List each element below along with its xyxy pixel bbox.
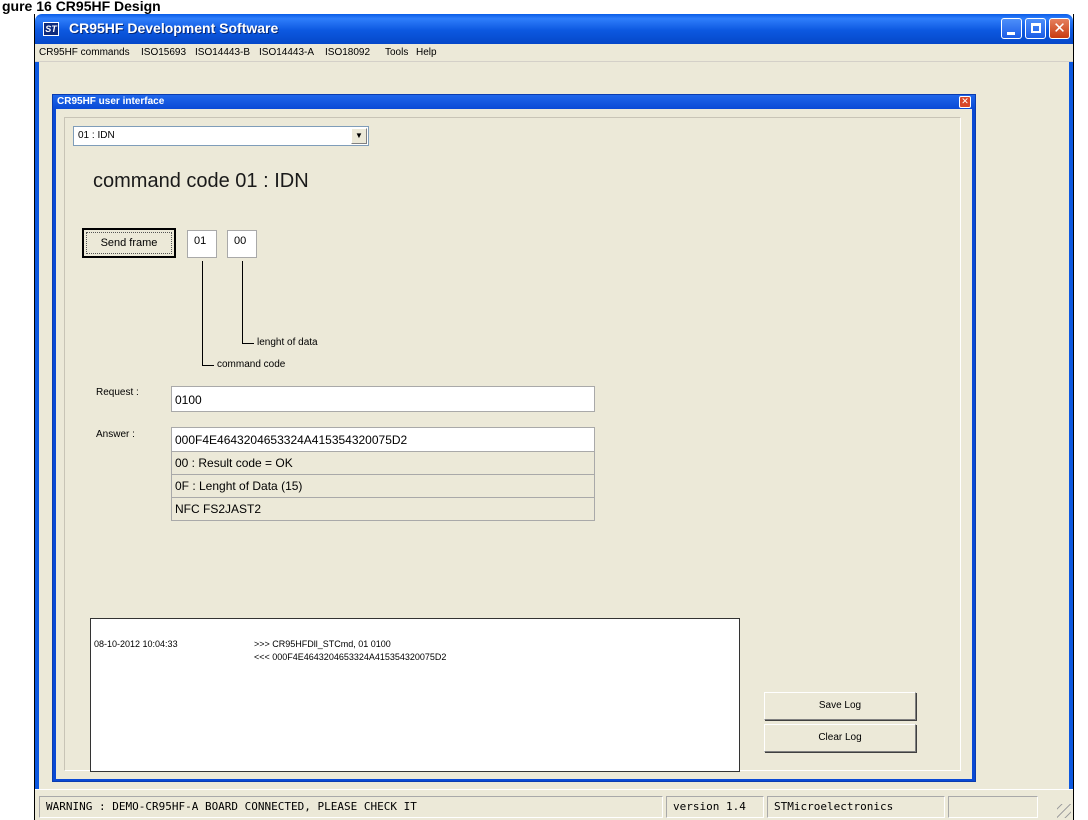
log-timestamp: 08-10-2012 10:04:33: [94, 639, 178, 649]
log-area[interactable]: 08-10-2012 10:04:33 >>> CR95HFDll_STCmd,…: [90, 618, 740, 772]
status-vendor: STMicroelectronics: [767, 796, 945, 818]
data-length-field[interactable]: 00: [227, 230, 257, 258]
connector-cmd-horizontal: [202, 365, 214, 366]
command-select[interactable]: 01 : IDN ▼: [73, 126, 369, 146]
menu-tools[interactable]: Tools: [385, 47, 408, 58]
chevron-down-icon[interactable]: ▼: [351, 128, 367, 144]
dialog-title[interactable]: CR95HF user interface: [53, 95, 975, 109]
log-line-received: <<< 000F4E4643204653324A415354320075D2: [254, 652, 447, 662]
answer-field[interactable]: 000F4E4643204653324A415354320075D2: [171, 427, 595, 452]
connector-length-horizontal: [242, 343, 254, 344]
command-code-label: command code: [217, 359, 286, 370]
close-button[interactable]: ✕: [1049, 18, 1070, 39]
menu-help[interactable]: Help: [416, 47, 437, 58]
focus-rect: [86, 232, 172, 254]
resize-grip-icon[interactable]: [1057, 804, 1071, 818]
command-title: command code 01 : IDN: [93, 170, 309, 192]
connector-length-vertical: [242, 261, 243, 343]
main-window: ST CR95HF Development Software ✕ CR95HF …: [35, 14, 1073, 820]
status-empty-pane: [948, 796, 1038, 818]
answer-label: Answer :: [96, 429, 135, 440]
menu-cr95hf-commands[interactable]: CR95HF commands: [39, 47, 130, 58]
clear-log-button[interactable]: Clear Log: [764, 724, 916, 752]
menu-iso14443a[interactable]: ISO14443-A: [259, 47, 314, 58]
window-title: CR95HF Development Software: [69, 20, 279, 36]
maximize-button[interactable]: [1025, 18, 1046, 39]
command-select-value: 01 : IDN: [78, 130, 115, 141]
decoded-data-row: NFC FS2JAST2: [171, 497, 595, 521]
menu-iso15693[interactable]: ISO15693: [141, 47, 186, 58]
minimize-icon: [1007, 32, 1015, 35]
menu-iso18092[interactable]: ISO18092: [325, 47, 370, 58]
log-line-sent: >>> CR95HFDll_STCmd, 01 0100: [254, 639, 391, 649]
dialog-panel: 01 : IDN ▼ command code 01 : IDN Send fr…: [64, 117, 961, 772]
figure-caption: gure 16 CR95HF Design: [0, 0, 1088, 14]
send-frame-button[interactable]: Send frame: [82, 228, 176, 258]
menu-bar: CR95HF commands ISO15693 ISO14443-B ISO1…: [35, 44, 1073, 62]
status-bar: WARNING : DEMO-CR95HF-A BOARD CONNECTED,…: [35, 789, 1073, 820]
menu-iso14443b[interactable]: ISO14443-B: [195, 47, 250, 58]
result-code-row: 00 : Result code = OK: [171, 451, 595, 475]
connector-cmd-vertical: [202, 261, 203, 365]
data-length-row: 0F : Lenght of Data (15): [171, 474, 595, 498]
dialog-body: 01 : IDN ▼ command code 01 : IDN Send fr…: [56, 109, 972, 779]
maximize-icon: [1031, 23, 1041, 33]
save-log-button[interactable]: Save Log: [764, 692, 916, 720]
dialog-close-button[interactable]: ✕: [959, 96, 971, 108]
app-frame: ST CR95HF Development Software ✕ CR95HF …: [34, 14, 1074, 820]
close-icon: ✕: [961, 97, 969, 107]
request-field[interactable]: 0100: [171, 386, 595, 412]
status-warning: WARNING : DEMO-CR95HF-A BOARD CONNECTED,…: [39, 796, 663, 818]
minimize-button[interactable]: [1001, 18, 1022, 39]
length-of-data-label: lenght of data: [257, 337, 318, 348]
request-label: Request :: [96, 387, 139, 398]
user-interface-dialog: CR95HF user interface ✕ 01 : IDN ▼ comma…: [52, 94, 976, 782]
st-logo-icon: ST: [43, 22, 59, 36]
status-version: version 1.4: [666, 796, 764, 818]
command-code-field[interactable]: 01: [187, 230, 217, 258]
close-icon: ✕: [1053, 19, 1066, 37]
title-bar[interactable]: ST CR95HF Development Software ✕: [35, 14, 1073, 44]
